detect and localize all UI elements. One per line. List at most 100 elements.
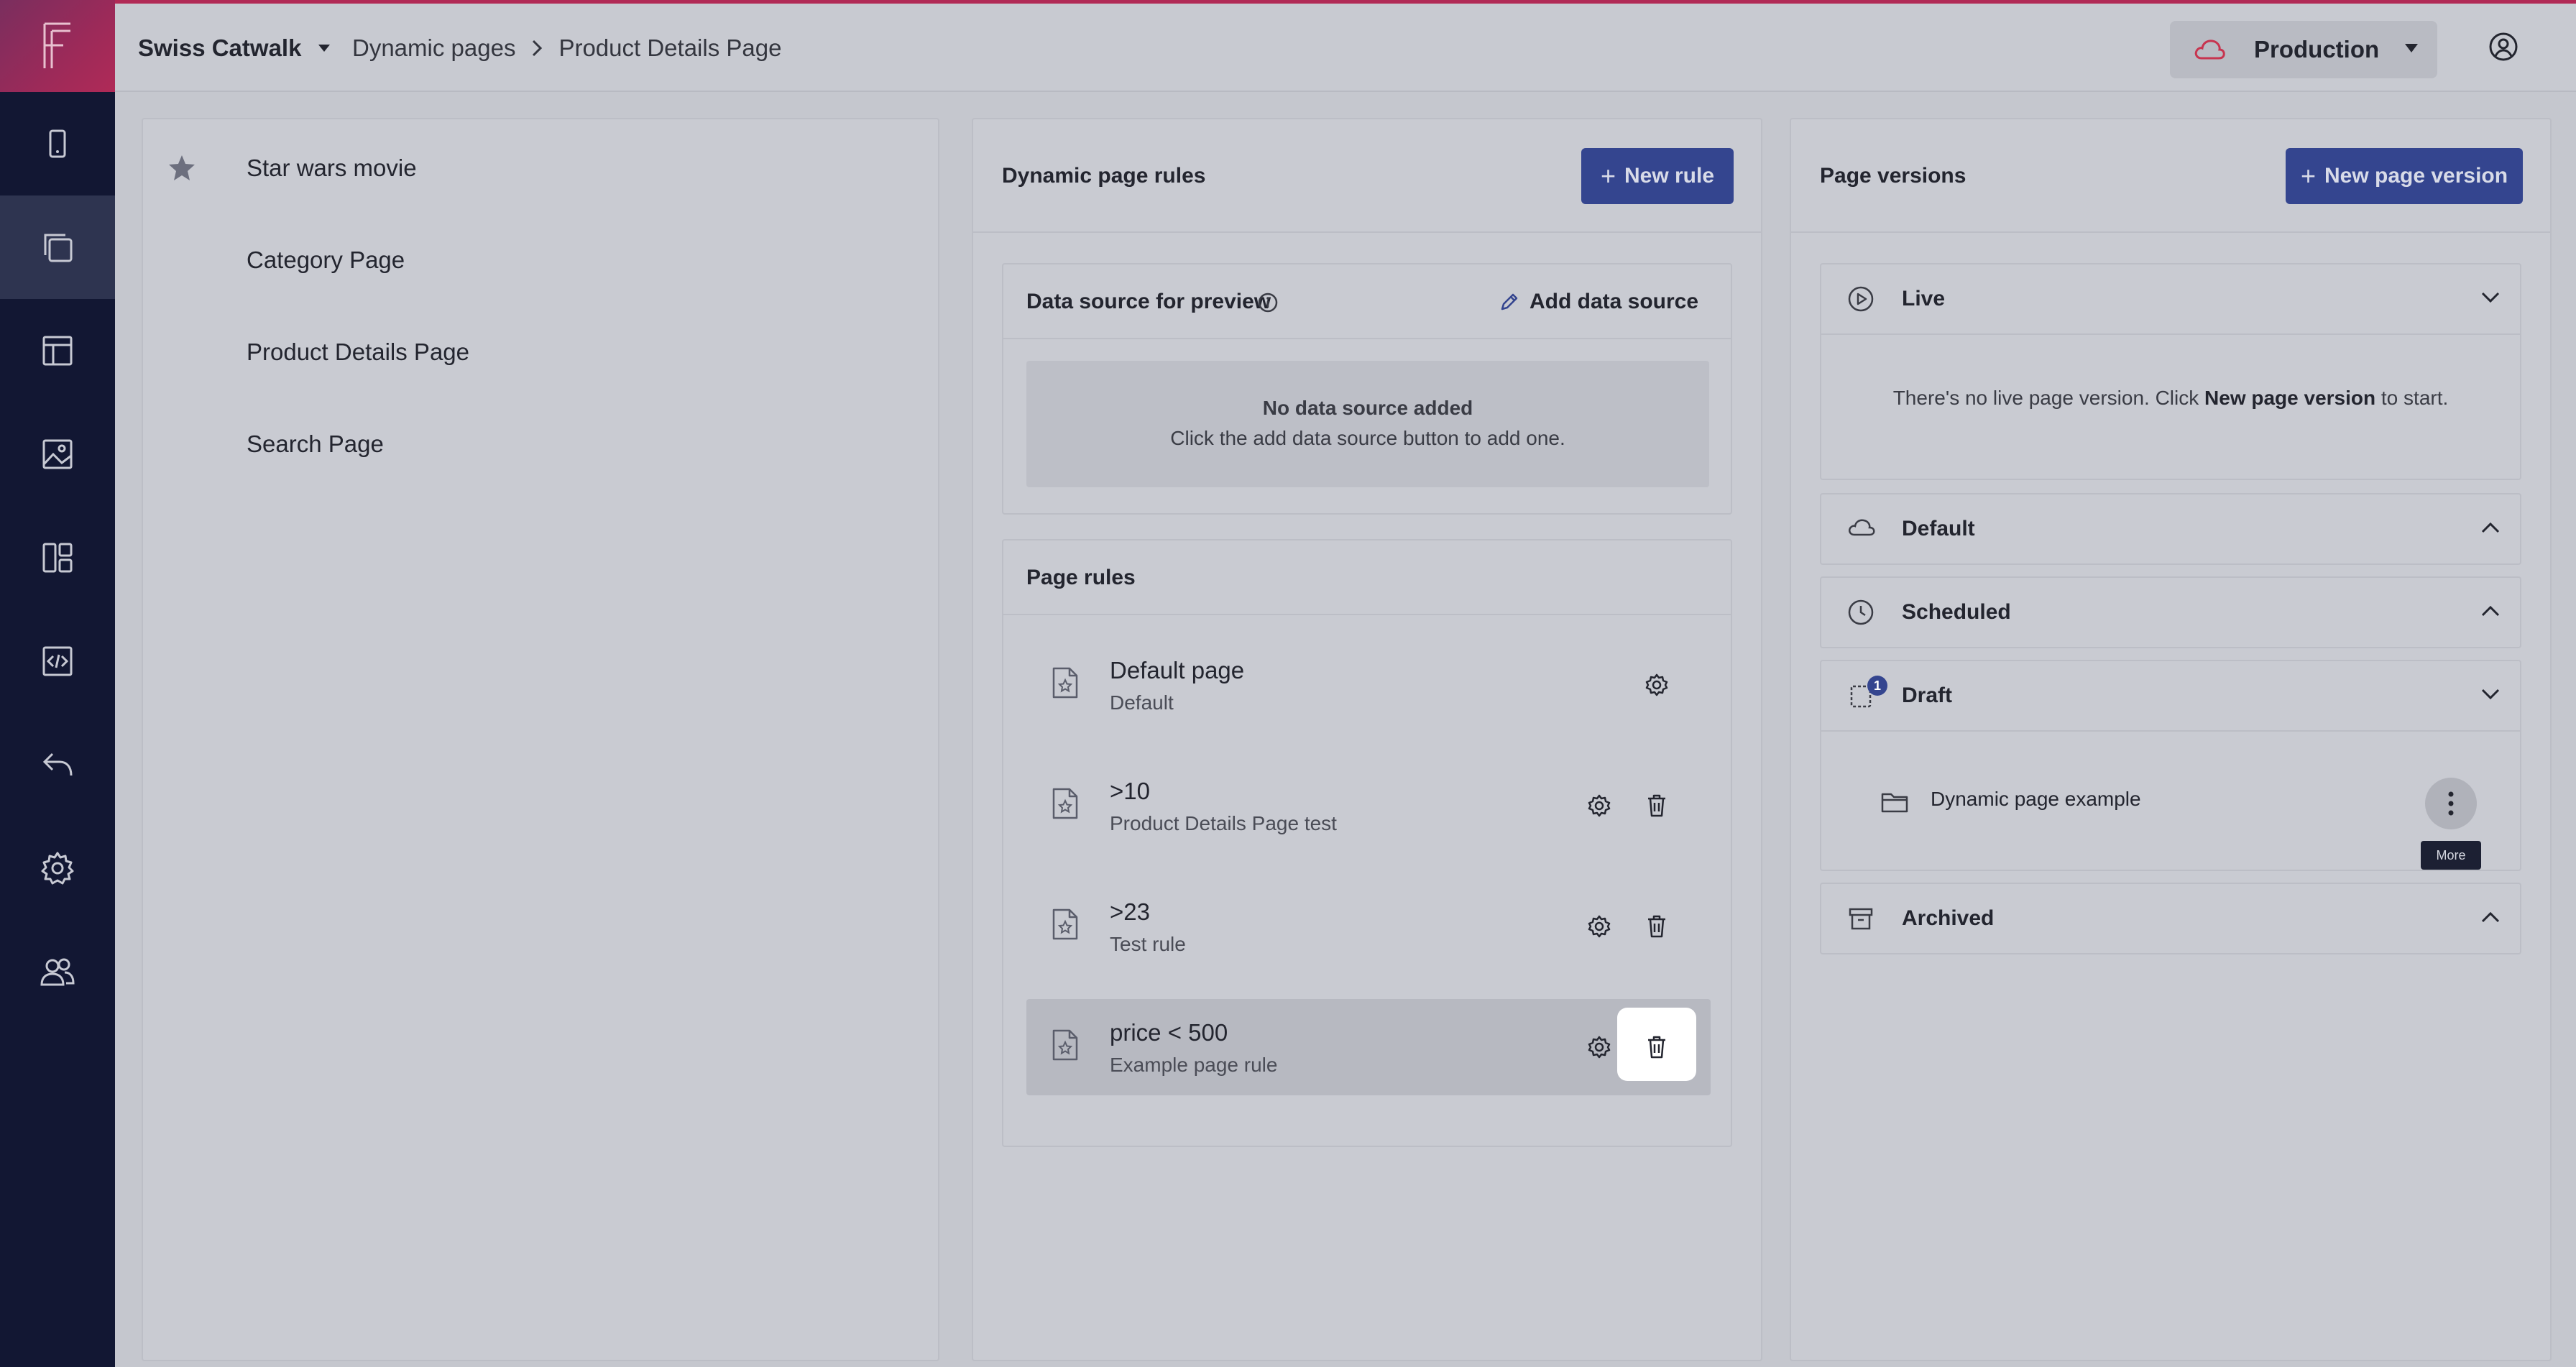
environment-selector[interactable]: Production [2170, 21, 2437, 78]
dashboard-icon [42, 543, 73, 573]
sidebar-item-users[interactable] [0, 920, 115, 1023]
draft-version-name: Dynamic page example [1931, 788, 2141, 810]
new-rule-label: New rule [1624, 164, 1715, 188]
rule-item[interactable]: price < 500 Example page rule [1026, 999, 1711, 1095]
rule-name: >10 [1110, 778, 1150, 804]
delete-rule-icon[interactable] [1646, 914, 1668, 939]
draft-section-header[interactable]: 1 Draft [1821, 661, 2520, 730]
archived-section-header[interactable]: Archived [1821, 884, 2520, 953]
cloud-icon [1847, 515, 1876, 538]
empty-title: No data source added [1262, 397, 1473, 419]
archive-icon [1847, 905, 1874, 932]
page-item-search-page[interactable]: Search Page [143, 398, 938, 490]
sidebar-item-dashboard[interactable] [0, 506, 115, 609]
undo-icon [42, 752, 73, 776]
info-icon[interactable] [1257, 292, 1279, 313]
star-icon[interactable] [167, 154, 196, 183]
archived-section: Archived [1820, 883, 2521, 954]
draft-title: Draft [1902, 684, 1953, 707]
page-rules-card: Page rules Default page Default >10 Prod… [1002, 539, 1732, 1147]
plus-icon: + [2300, 161, 2316, 190]
chevron-up-icon [2481, 605, 2500, 617]
default-section-header[interactable]: Default [1821, 494, 2520, 563]
pencil-icon [1501, 293, 1518, 310]
rule-item[interactable]: Default page Default [1026, 637, 1711, 733]
more-vertical-icon [2448, 791, 2454, 816]
new-page-version-button[interactable]: + New page version [2286, 148, 2523, 204]
page-item-label: Star wars movie [247, 155, 417, 181]
clock-icon [1847, 599, 1874, 626]
archived-title: Archived [1902, 906, 1995, 930]
chevron-down-icon [2481, 689, 2500, 700]
rule-settings-icon[interactable] [1644, 673, 1669, 697]
sidebar-item-settings[interactable] [0, 816, 115, 920]
live-title: Live [1902, 287, 1946, 310]
environment-label: Production [2254, 36, 2380, 63]
sidebar-item-code[interactable] [0, 609, 115, 713]
sidebar-item-pages[interactable] [0, 195, 115, 299]
rule-item[interactable]: >23 Test rule [1026, 878, 1711, 975]
document-star-icon [1051, 1028, 1080, 1062]
scheduled-title: Scheduled [1902, 600, 2011, 624]
sidebar-item-media[interactable] [0, 402, 115, 506]
live-section-header[interactable]: Live [1821, 264, 2520, 333]
draft-version-item[interactable]: Dynamic page example More [1821, 732, 2520, 870]
more-tooltip: More [2421, 841, 2481, 870]
card-header: Page rules [1003, 540, 1731, 615]
new-page-version-label: New page version [2324, 164, 2508, 188]
document-star-icon [1051, 786, 1080, 821]
play-circle-icon [1847, 285, 1874, 313]
breadcrumb-current-page: Product Details Page [558, 34, 782, 61]
data-source-empty-state: No data source added Click the add data … [1026, 361, 1709, 487]
scheduled-section-header[interactable]: Scheduled [1821, 578, 2520, 647]
panel-header: Page versions + New page version [1791, 119, 2550, 233]
app-logo[interactable] [0, 0, 115, 92]
sidebar-item-layout[interactable] [0, 299, 115, 402]
live-section: Live There's no live page version. Click… [1820, 263, 2521, 480]
live-empty-message: There's no live page version. Click New … [1821, 387, 2520, 410]
new-rule-button[interactable]: + New rule [1581, 148, 1734, 204]
rule-description: Example page rule [1110, 1054, 1278, 1076]
rule-description: Default [1110, 691, 1174, 714]
rule-name: price < 500 [1110, 1019, 1228, 1046]
add-data-source-button[interactable]: Add data source [1499, 264, 1698, 339]
rule-settings-icon[interactable] [1587, 914, 1611, 939]
project-switcher[interactable]: Swiss Catwalk [138, 4, 331, 92]
caret-down-icon [2404, 42, 2419, 54]
empty-text: Click the add data source button to add … [1170, 427, 1565, 449]
page-versions-panel: Page versions + New page version Live Th… [1790, 118, 2552, 1361]
rule-name: Default page [1110, 657, 1245, 684]
logo-icon [43, 22, 70, 68]
live-msg-post: to start. [2375, 387, 2449, 409]
card-header: Data source for preview Add data source [1003, 264, 1731, 339]
document-star-icon [1051, 666, 1080, 700]
rule-item[interactable]: >10 Product Details Page test [1026, 758, 1711, 854]
default-title: Default [1902, 517, 1975, 540]
image-icon [42, 439, 73, 469]
rule-settings-icon[interactable] [1587, 1035, 1611, 1059]
folder-icon [1880, 791, 1909, 814]
page-item-product-details-page[interactable]: Product Details Page [143, 306, 938, 398]
page-item-category-page[interactable]: Category Page [143, 214, 938, 306]
panel-header: Dynamic page rules + New rule [973, 119, 1761, 233]
cloud-icon [2193, 37, 2226, 61]
live-msg-link: New page version [2204, 387, 2376, 409]
delete-rule-icon[interactable] [1646, 793, 1668, 818]
code-icon [42, 646, 73, 676]
project-name: Swiss Catwalk [138, 34, 302, 61]
page-item-star-wars-movie[interactable]: Star wars movie [143, 122, 938, 214]
draft-count-badge: 1 [1867, 676, 1887, 696]
user-account-button[interactable] [2488, 31, 2519, 63]
draft-section: 1 Draft Dynamic page example More [1820, 660, 2521, 871]
chevron-down-icon [2481, 292, 2500, 303]
chevron-up-icon [2481, 911, 2500, 923]
live-msg-pre: There's no live page version. Click [1892, 387, 2205, 409]
data-source-card: Data source for preview Add data source … [1002, 263, 1732, 515]
sidebar-item-mobile[interactable] [0, 92, 115, 195]
sidebar-item-undo[interactable] [0, 713, 115, 816]
more-options-button[interactable] [2425, 778, 2477, 829]
delete-rule-icon[interactable] [1646, 1035, 1668, 1059]
rule-settings-icon[interactable] [1587, 793, 1611, 818]
layout-icon [42, 336, 73, 366]
breadcrumb-dynamic-pages[interactable]: Dynamic pages [352, 34, 515, 62]
